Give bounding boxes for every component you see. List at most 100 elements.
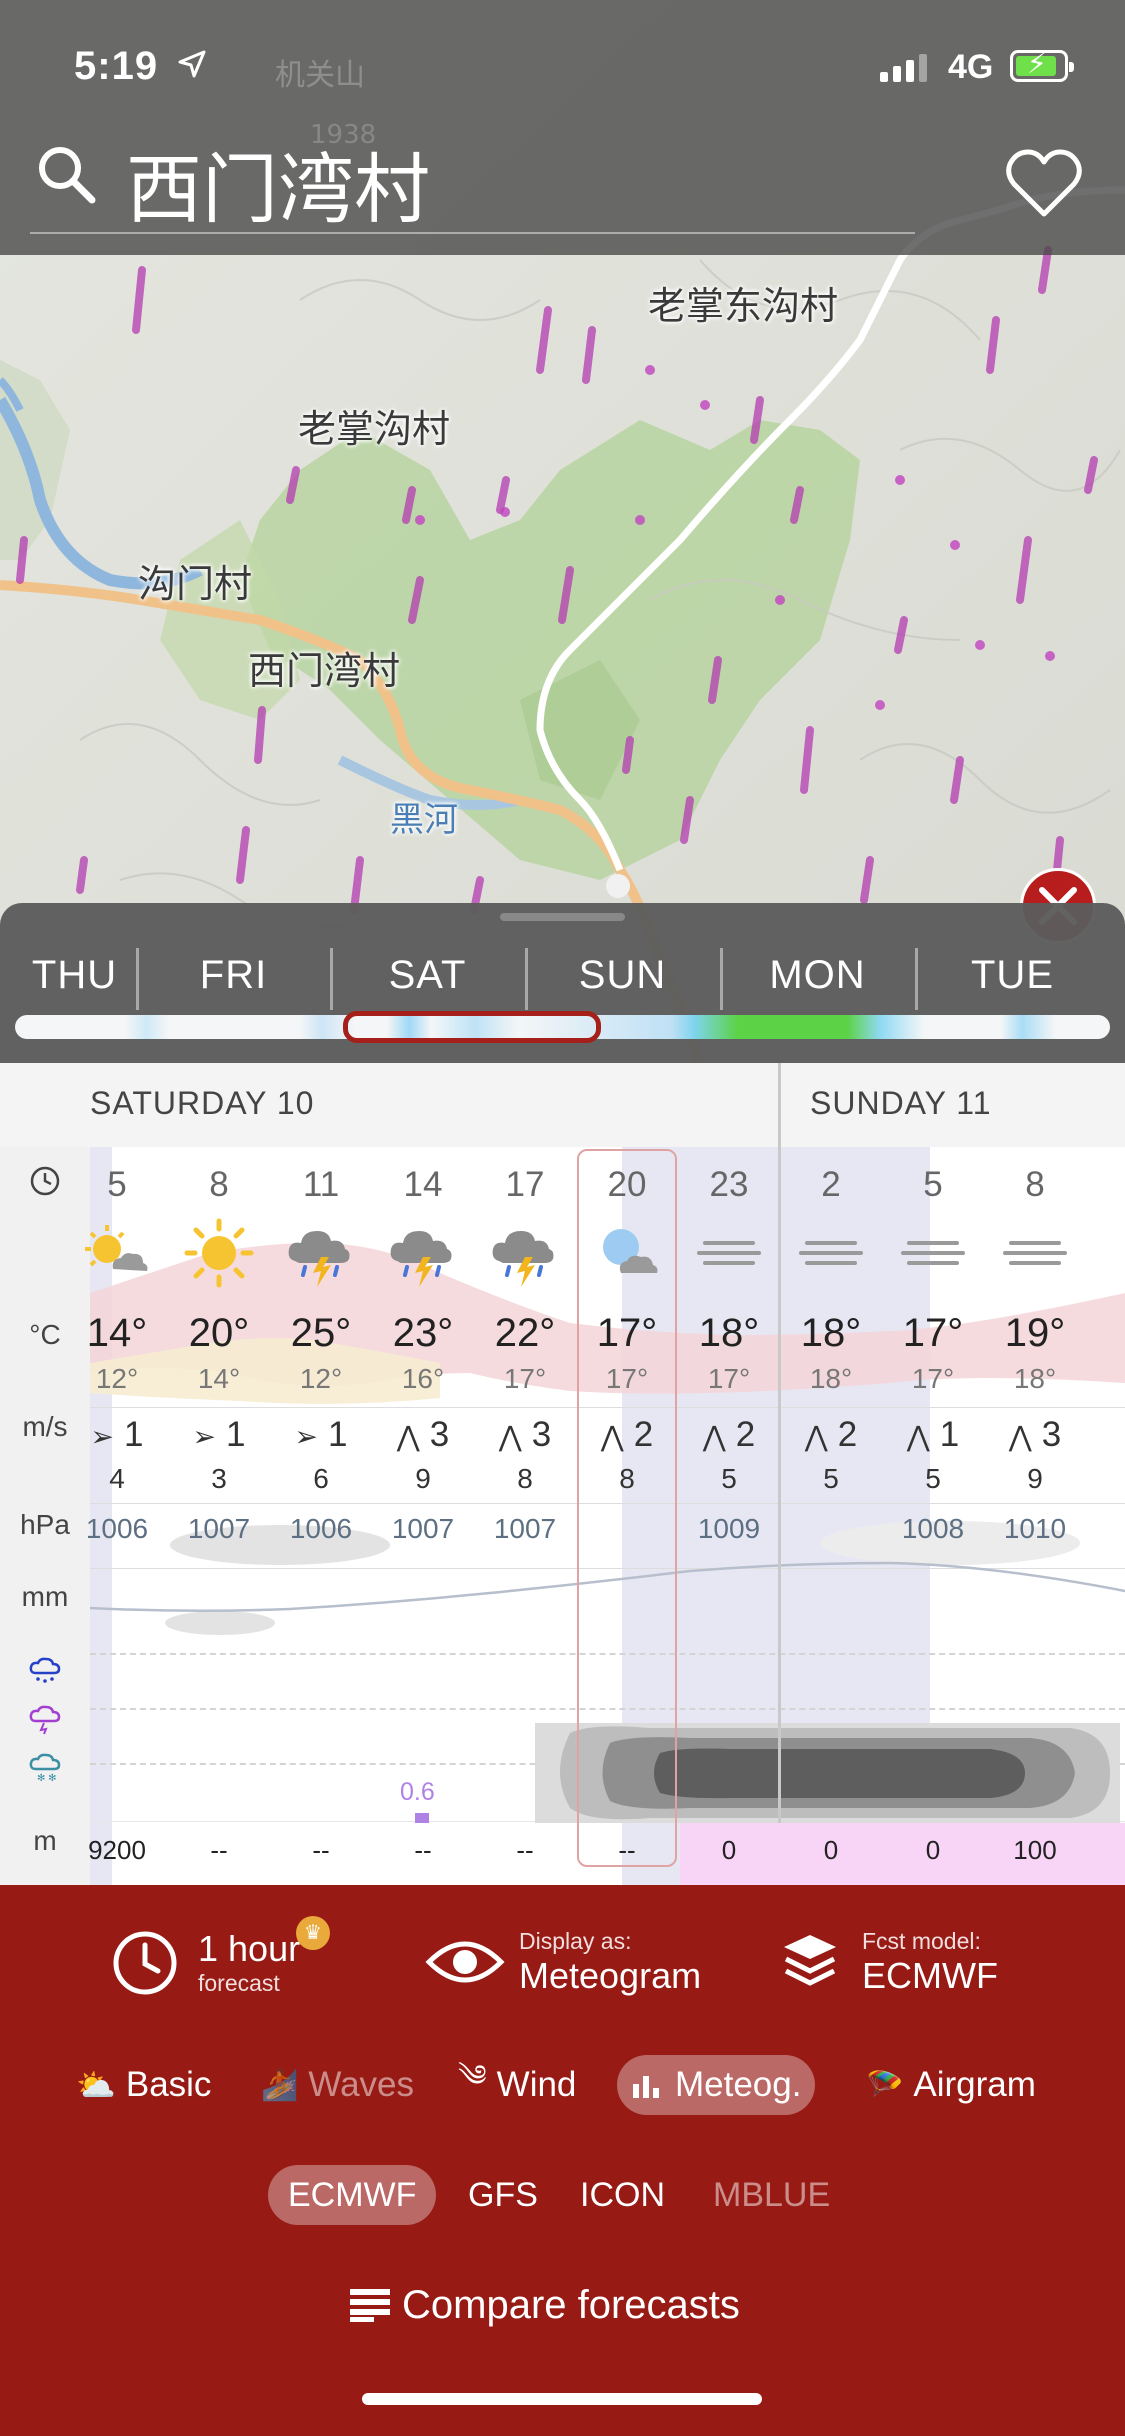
day-selector[interactable]: THU FRI SAT SUN MON TUE: [0, 903, 1125, 1063]
wind-direction-icon: ⋀: [702, 1421, 726, 1452]
wind-speed: 3: [531, 1415, 552, 1454]
day-tab-sat[interactable]: SAT: [330, 953, 525, 998]
temp-value: 23°: [392, 1311, 454, 1355]
wind-gust-value: 6: [313, 1463, 329, 1494]
tab-meteogram[interactable]: Meteog.: [617, 2055, 816, 2115]
sun-cloud-icon: ⛅: [76, 2067, 116, 2103]
wind-direction-icon: ➢: [90, 1421, 114, 1452]
wind-direction-icon: ⋀: [906, 1421, 930, 1452]
surfer-icon: 🏄: [261, 2068, 299, 2102]
temp-min-value: 17°: [707, 1363, 751, 1394]
hour-label: 8: [1025, 1165, 1045, 1204]
hour-label: 5: [923, 1165, 943, 1204]
pressure-value: 1007: [391, 1513, 455, 1544]
freezing-level-value: --: [516, 1835, 534, 1865]
compare-forecasts-label: Compare forecasts: [402, 2282, 740, 2327]
crown-icon: ♛: [296, 1915, 330, 1950]
meteogram[interactable]: SATURDAY 10 SUNDAY 11 °C m/s hPa mm ✻ ✻ …: [0, 1063, 1125, 1885]
map-label-river: 黑河: [390, 800, 458, 840]
fog-icon: [995, 1213, 1075, 1293]
tab-basic-label: Basic: [125, 2065, 212, 2104]
home-indicator[interactable]: [362, 2393, 762, 2405]
pressure-value: 1007: [187, 1513, 251, 1544]
cellular-signal-icon: [880, 52, 927, 82]
temp-value: 18°: [698, 1311, 760, 1355]
view-tabs: ⛅ Basic 🏄 Waves ༄ Wind Meteog. 🪂 Airgram: [0, 2055, 1125, 2125]
freezing-level-value: 0: [925, 1835, 941, 1865]
selected-range-window[interactable]: [343, 1011, 601, 1043]
display-as-option[interactable]: Display as: Meteogram: [425, 1917, 701, 2007]
pressure-value: 1006: [289, 1513, 353, 1544]
wind-icon: ༄: [458, 2060, 487, 2093]
heart-icon[interactable]: [1004, 148, 1084, 220]
display-as-label: Display as:: [519, 1927, 632, 1954]
day-header-sunday: SUNDAY 11: [810, 1085, 992, 1121]
location-arrow-icon: [178, 50, 206, 86]
model-ecmwf[interactable]: ECMWF: [268, 2165, 437, 2225]
wind-gust-value: 5: [823, 1463, 839, 1494]
map-label: 老掌东沟村: [648, 284, 839, 328]
wind-gust-value: 5: [925, 1463, 941, 1494]
wind-gust-value: 5: [721, 1463, 737, 1494]
tab-basic[interactable]: ⛅ Basic: [62, 2055, 225, 2115]
forecast-model-value: ECMWF: [862, 1954, 998, 1996]
wind-gust-value: 4: [109, 1463, 125, 1494]
fog-icon: [791, 1213, 871, 1293]
model-gfs[interactable]: GFS: [448, 2165, 558, 2225]
model-mblue[interactable]: MBLUE: [693, 2165, 850, 2225]
temp-min-value: 17°: [503, 1363, 547, 1394]
day-tab-mon[interactable]: MON: [720, 953, 915, 998]
tab-airgram-label: Airgram: [913, 2065, 1036, 2104]
temp-value: 20°: [188, 1311, 250, 1355]
search-icon[interactable]: [34, 142, 98, 206]
temp-value: 18°: [800, 1311, 862, 1355]
temp-min-value: 14°: [197, 1363, 241, 1394]
wind-value: ➢ 1: [174, 1415, 264, 1455]
wind-value: ⋀ 1: [888, 1415, 978, 1455]
precip-unit-label: mm: [21, 1581, 69, 1612]
day-divider: [778, 1063, 781, 1823]
freezing-level-value: --: [414, 1835, 432, 1865]
tab-waves-label: Waves: [308, 2065, 415, 2104]
wind-speed: 2: [633, 1415, 654, 1454]
location-title[interactable]: 西门湾村: [126, 128, 430, 238]
wind-speed: 1: [328, 1415, 348, 1454]
temp-min-value: 18°: [809, 1363, 853, 1394]
temp-value: 25°: [290, 1311, 352, 1355]
model-icon[interactable]: ICON: [560, 2165, 685, 2225]
status-time: 5:19: [74, 44, 159, 88]
day-tab-sun[interactable]: SUN: [525, 953, 720, 998]
map-label: 沟门村: [138, 562, 253, 606]
temp-min-value: 17°: [605, 1363, 649, 1394]
snow-cloud-icon: ✻ ✻: [0, 1753, 90, 1790]
sun-icon: [179, 1213, 259, 1293]
forecast-interval-option[interactable]: 1 hour forecast ♛: [110, 1915, 330, 2007]
wind-direction-icon: ➢: [192, 1421, 216, 1452]
sun-cloud-icon: [77, 1213, 157, 1293]
wind-speed: 1: [124, 1415, 144, 1454]
temp-value: 22°: [494, 1311, 556, 1355]
pressure-value: 1007: [493, 1513, 557, 1544]
temp-min-value: 12°: [95, 1363, 139, 1394]
svg-text:✻ ✻: ✻ ✻: [37, 1773, 57, 1783]
temp-min-value: 12°: [299, 1363, 343, 1394]
wind-gust-value: 8: [619, 1463, 635, 1494]
tab-airgram[interactable]: 🪂 Airgram: [852, 2055, 1050, 2115]
pressure-value: 1006: [85, 1513, 149, 1544]
forecast-model-option[interactable]: Fcst model: ECMWF: [780, 1917, 998, 2007]
temp-min-value: 16°: [401, 1363, 445, 1394]
drag-handle[interactable]: [500, 913, 625, 921]
thunder-cloud-icon: [281, 1213, 361, 1293]
temp-value-partial: 2: [1100, 1311, 1125, 1356]
wind-value: ⋀ 3: [990, 1415, 1080, 1455]
temp-min-value: 18°: [1013, 1363, 1057, 1394]
tab-wind[interactable]: ༄ Wind: [444, 2055, 590, 2115]
wind-gust-value: 3: [211, 1463, 227, 1494]
day-tab-tue[interactable]: TUE: [915, 953, 1110, 998]
wind-value: ➢ 1: [276, 1415, 366, 1455]
day-tab-fri[interactable]: FRI: [136, 953, 331, 998]
clock-icon: [113, 1931, 177, 1995]
tab-waves[interactable]: 🏄 Waves: [247, 2055, 428, 2115]
compare-forecasts-button[interactable]: Compare forecasts: [350, 2275, 740, 2335]
compare-icon: [350, 2289, 390, 2322]
